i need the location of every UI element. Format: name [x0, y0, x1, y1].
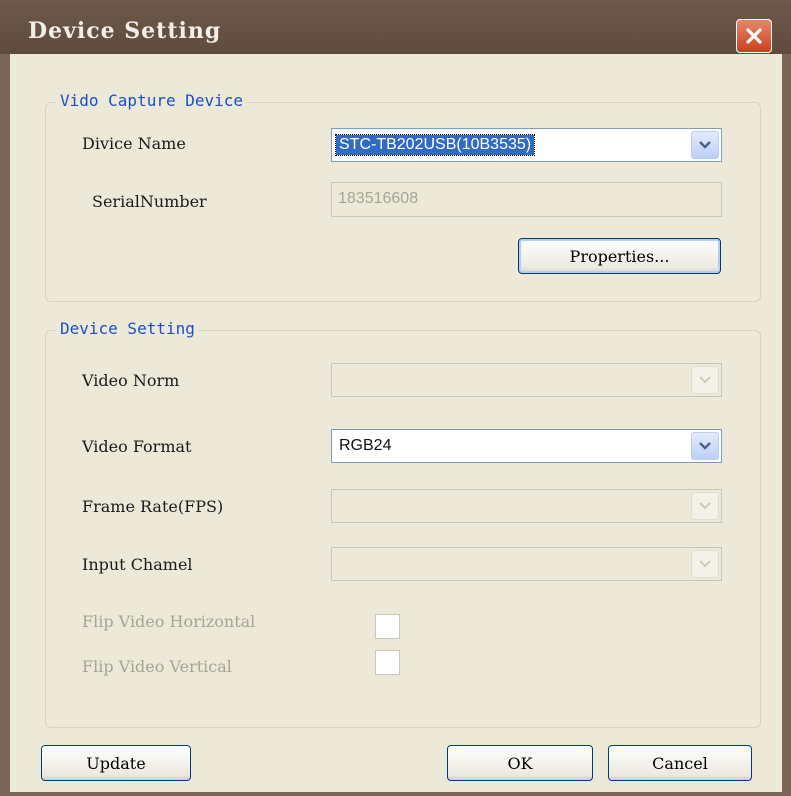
capture-device-legend: Vido Capture Device — [56, 91, 248, 110]
input-channel-label: Input Chamel — [82, 555, 193, 574]
close-icon — [746, 28, 762, 44]
properties-button[interactable]: Properties... — [518, 238, 721, 274]
window-title: Device Setting — [28, 18, 222, 44]
input-channel-select[interactable] — [331, 547, 722, 581]
frame-rate-label: Frame Rate(FPS) — [82, 497, 224, 516]
device-setting-window: Device Setting Vido Capture Device Divic… — [0, 0, 791, 796]
frame-rate-value — [336, 496, 342, 516]
video-norm-label: Video Norm — [82, 371, 180, 390]
serial-number-label: SerialNumber — [92, 192, 207, 211]
device-setting-legend: Device Setting — [56, 319, 199, 338]
frame-rate-select[interactable] — [331, 489, 722, 523]
chevron-down-icon — [699, 442, 711, 450]
title-bar[interactable]: Device Setting — [0, 0, 791, 54]
video-norm-value — [336, 370, 342, 390]
input-channel-value — [336, 554, 342, 574]
ok-button[interactable]: OK — [447, 745, 593, 781]
video-norm-select[interactable] — [331, 363, 722, 397]
update-button[interactable]: Update — [41, 745, 191, 781]
serial-number-field[interactable]: 183516608 — [331, 182, 722, 217]
video-format-value: RGB24 — [339, 437, 392, 454]
chevron-down-icon — [699, 502, 711, 510]
device-name-label: Divice Name — [82, 134, 186, 153]
dialog-client-area: Vido Capture Device Divice Name STC-TB20… — [10, 54, 782, 792]
serial-number-value: 183516608 — [338, 190, 419, 207]
chevron-down-icon — [699, 376, 711, 384]
video-norm-dropdown-button[interactable] — [691, 366, 719, 394]
chevron-down-icon — [699, 560, 711, 568]
device-name-value: STC-TB202USB(10B3535) — [334, 134, 536, 156]
close-button[interactable] — [736, 19, 772, 53]
frame-rate-dropdown-button[interactable] — [691, 492, 719, 520]
video-format-label: Video Format — [82, 437, 192, 456]
chevron-down-icon — [699, 141, 711, 149]
flip-vertical-label: Flip Video Vertical — [82, 657, 232, 676]
device-name-select[interactable]: STC-TB202USB(10B3535) — [331, 128, 722, 162]
flip-horizontal-label: Flip Video Horizontal — [82, 612, 256, 631]
video-format-dropdown-button[interactable] — [691, 432, 719, 460]
flip-vertical-checkbox[interactable] — [375, 650, 400, 675]
cancel-button[interactable]: Cancel — [608, 745, 752, 781]
flip-horizontal-checkbox[interactable] — [375, 614, 400, 639]
device-name-dropdown-button[interactable] — [691, 131, 719, 159]
video-format-select[interactable]: RGB24 — [331, 429, 722, 463]
input-channel-dropdown-button[interactable] — [691, 550, 719, 578]
